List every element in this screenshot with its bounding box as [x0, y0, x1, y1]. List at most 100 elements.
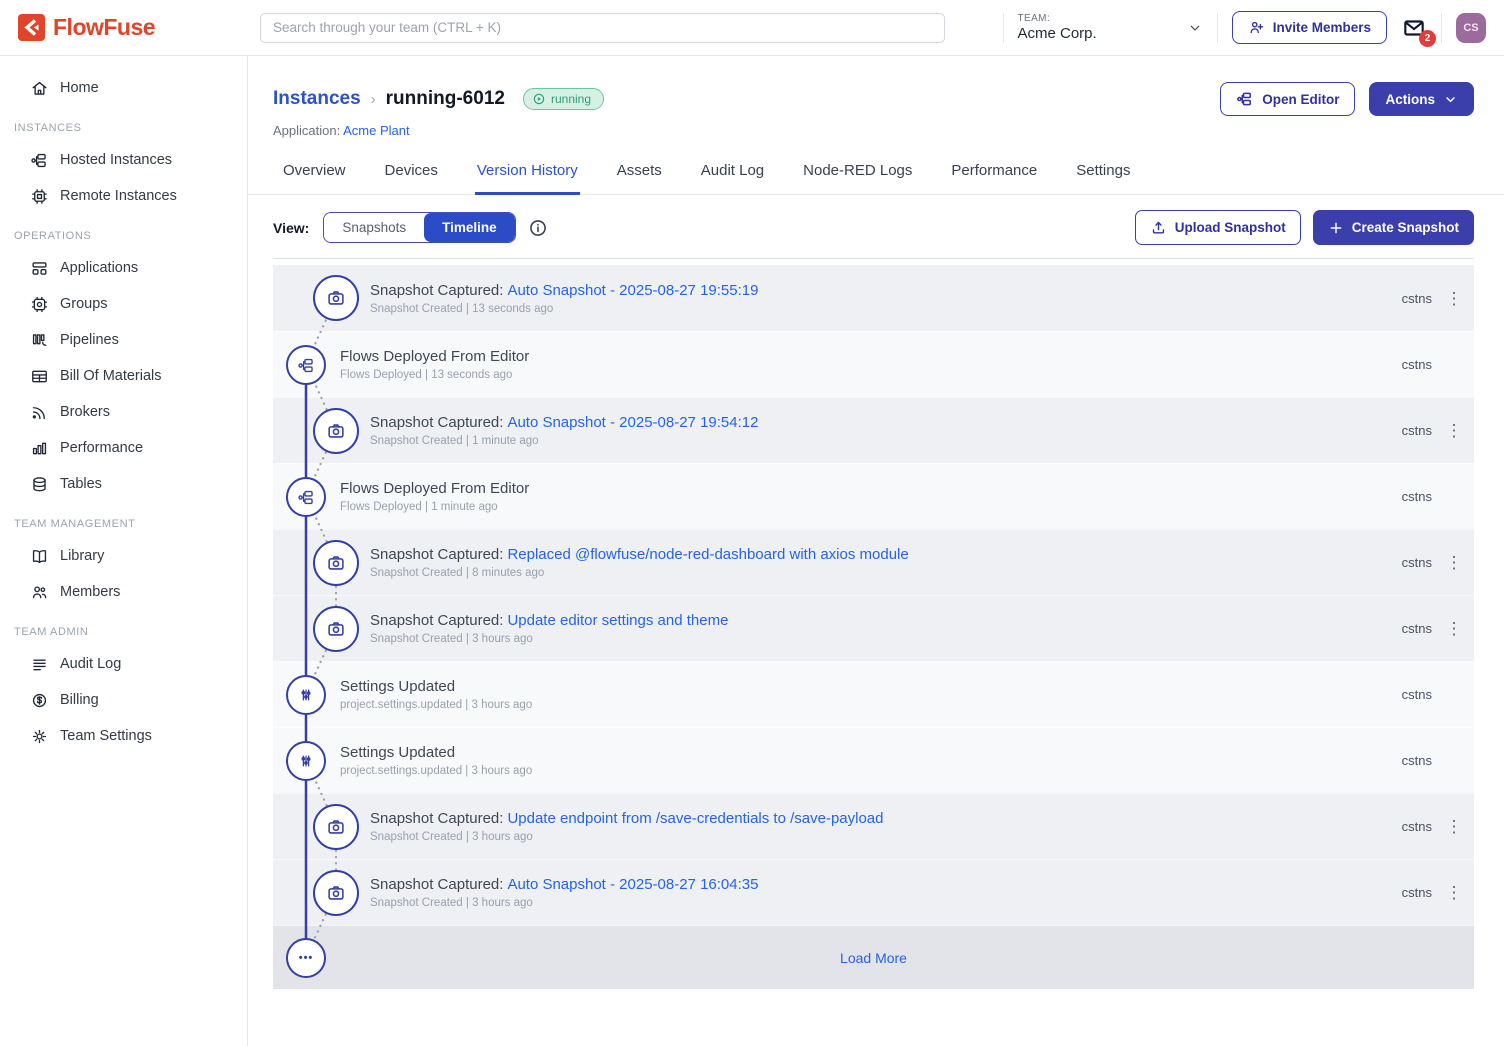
timeline-row: Snapshot Captured:Auto Snapshot - 2025-0…: [273, 265, 1474, 331]
camera-icon: [313, 606, 359, 652]
sidebar-item-library[interactable]: Library: [0, 538, 247, 574]
sidebar-item-brokers[interactable]: Brokers: [0, 394, 247, 430]
timeline-row: Flows Deployed From Editor Flows Deploye…: [273, 331, 1474, 397]
sidebar-item-label: Tables: [60, 476, 102, 492]
team-name: Acme Corp.: [1018, 25, 1097, 42]
camera-icon: [313, 870, 359, 916]
sidebar-item-label: Applications: [60, 260, 138, 276]
sidebar-item-team-settings[interactable]: Team Settings: [0, 718, 247, 754]
bar-chart-icon: [30, 439, 49, 458]
row-menu-button[interactable]: ⋮: [1442, 284, 1466, 312]
sidebar-section-team-admin: TEAM ADMIN: [0, 610, 247, 646]
sidebar-item-label: Home: [60, 80, 99, 96]
timeline-row: Snapshot Captured:Auto Snapshot - 2025-0…: [273, 397, 1474, 463]
sidebar-item-applications[interactable]: Applications: [0, 250, 247, 286]
row-menu-button[interactable]: ⋮: [1442, 813, 1466, 841]
sidebar-item-hosted-instances[interactable]: Hosted Instances: [0, 142, 247, 178]
snapshot-link[interactable]: Auto Snapshot - 2025-08-27 19:55:19: [507, 282, 758, 299]
application-link[interactable]: Acme Plant: [343, 123, 409, 138]
sidebar-item-bill-of-materials[interactable]: Bill Of Materials: [0, 358, 247, 394]
notification-count-badge: 2: [1419, 30, 1436, 47]
sidebar-item-remote-instances[interactable]: Remote Instances: [0, 178, 247, 214]
breadcrumb-instances-link[interactable]: Instances: [273, 88, 361, 110]
avatar[interactable]: CS: [1456, 13, 1486, 43]
notifications-button[interactable]: 2: [1401, 15, 1427, 41]
sliders-icon: [286, 741, 326, 781]
book-icon: [30, 547, 49, 566]
sidebar-item-performance[interactable]: Performance: [0, 430, 247, 466]
event-title: Snapshot Captured:: [370, 876, 503, 893]
sidebar-item-tables[interactable]: Tables: [0, 466, 247, 502]
flowfuse-logo[interactable]: FlowFuse: [0, 14, 248, 41]
status-badge-label: running: [551, 92, 591, 106]
create-snapshot-button[interactable]: Create Snapshot: [1313, 210, 1474, 245]
sliders-icon: [286, 675, 326, 715]
event-title: Snapshot Captured:: [370, 612, 503, 629]
sidebar-item-pipelines[interactable]: Pipelines: [0, 322, 247, 358]
event-user: cstns: [1392, 885, 1432, 900]
tab-settings[interactable]: Settings: [1074, 154, 1132, 195]
team-selector[interactable]: TEAM: Acme Corp.: [1018, 13, 1203, 42]
actions-button[interactable]: Actions: [1369, 82, 1474, 116]
toggle-snapshots[interactable]: Snapshots: [324, 213, 424, 242]
timeline-row: Settings Updated project.settings.update…: [273, 727, 1474, 793]
row-menu-button[interactable]: ⋮: [1442, 879, 1466, 907]
top-header: FlowFuse TEAM: Acme Corp. Invite Members…: [0, 0, 1504, 56]
upload-snapshot-button[interactable]: Upload Snapshot: [1135, 210, 1301, 245]
brand-name: FlowFuse: [53, 14, 155, 41]
flowfuse-logo-icon: [18, 14, 45, 41]
event-meta: project.settings.updated | 3 hours ago: [340, 765, 532, 777]
tab-performance[interactable]: Performance: [949, 154, 1039, 195]
sidebar-item-label: Audit Log: [60, 656, 121, 672]
sidebar-item-label: Pipelines: [60, 332, 119, 348]
invite-members-button[interactable]: Invite Members: [1232, 11, 1387, 44]
processor-icon: [30, 295, 49, 314]
snapshot-link[interactable]: Update editor settings and theme: [507, 612, 728, 629]
sidebar-item-label: Hosted Instances: [60, 152, 172, 168]
event-title: Flows Deployed From Editor: [340, 348, 529, 365]
snapshot-link[interactable]: Replaced @flowfuse/node-red-dashboard wi…: [507, 546, 908, 563]
tab-overview[interactable]: Overview: [281, 154, 348, 195]
row-menu-button[interactable]: ⋮: [1442, 417, 1466, 445]
open-editor-button[interactable]: Open Editor: [1220, 82, 1355, 116]
event-meta: Snapshot Created | 8 minutes ago: [370, 567, 909, 579]
event-user: cstns: [1392, 423, 1432, 438]
snapshot-link[interactable]: Auto Snapshot - 2025-08-27 16:04:35: [507, 876, 758, 893]
team-label: TEAM:: [1018, 13, 1097, 24]
snapshot-link[interactable]: Update endpoint from /save-credentials t…: [507, 810, 883, 827]
sidebar-item-audit-log[interactable]: Audit Log: [0, 646, 247, 682]
sidebar-item-members[interactable]: Members: [0, 574, 247, 610]
application-label: Application:: [273, 123, 340, 138]
deploy-icon: [286, 477, 326, 517]
sidebar-item-label: Remote Instances: [60, 188, 177, 204]
upload-snapshot-label: Upload Snapshot: [1175, 220, 1286, 235]
tab-assets[interactable]: Assets: [615, 154, 664, 195]
event-user: cstns: [1392, 819, 1432, 834]
sidebar-item-label: Billing: [60, 692, 99, 708]
sidebar: Home INSTANCES Hosted Instances Remote I…: [0, 56, 248, 1046]
tab-node-red-logs[interactable]: Node-RED Logs: [801, 154, 914, 195]
tab-version-history[interactable]: Version History: [475, 154, 580, 195]
sidebar-item-home[interactable]: Home: [0, 70, 247, 106]
main-content: Instances › running-6012 running Open Ed…: [248, 56, 1504, 1046]
tab-devices[interactable]: Devices: [383, 154, 440, 195]
tab-audit-log[interactable]: Audit Log: [699, 154, 766, 195]
row-menu-button[interactable]: ⋮: [1442, 615, 1466, 643]
table-icon: [30, 367, 49, 386]
sidebar-item-billing[interactable]: Billing: [0, 682, 247, 718]
camera-icon: [313, 275, 359, 321]
home-icon: [30, 79, 49, 98]
chevron-down-icon: [1187, 20, 1203, 36]
nodes-icon: [1236, 90, 1254, 108]
snapshot-link[interactable]: Auto Snapshot - 2025-08-27 19:54:12: [507, 414, 758, 431]
ellipsis-icon: •••: [286, 938, 326, 978]
load-more-link[interactable]: Load More: [273, 950, 1474, 966]
search-input[interactable]: [260, 13, 945, 43]
status-badge: running: [523, 88, 604, 110]
sidebar-item-groups[interactable]: Groups: [0, 286, 247, 322]
toggle-timeline[interactable]: Timeline: [424, 213, 515, 242]
row-menu-button[interactable]: ⋮: [1442, 549, 1466, 577]
info-icon[interactable]: [528, 218, 548, 238]
view-toggle: Snapshots Timeline: [323, 212, 515, 243]
list-icon: [30, 655, 49, 674]
